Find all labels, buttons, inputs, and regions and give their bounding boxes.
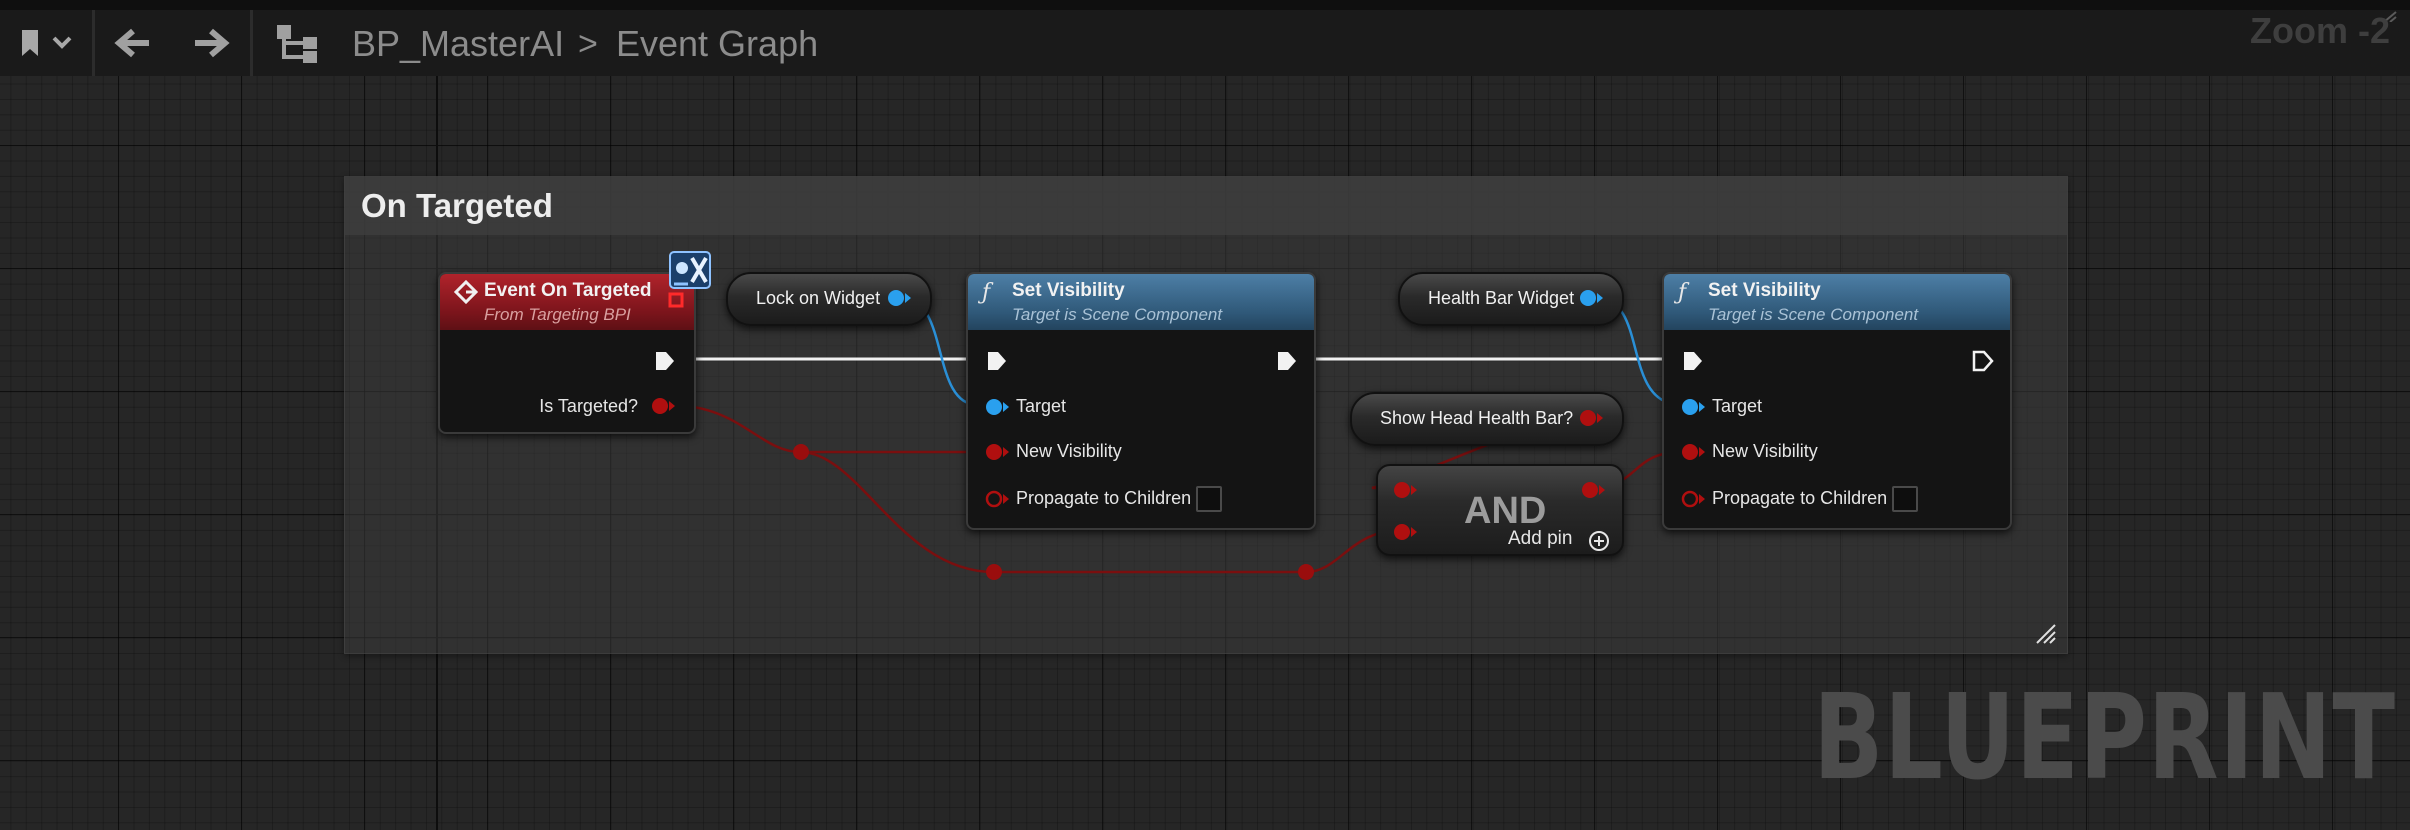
object-in-pin[interactable] (1680, 397, 1706, 417)
bool-out-pin[interactable] (650, 396, 676, 416)
pin-label-target: Target (1712, 396, 1763, 416)
add-pin-plus-icon[interactable] (1588, 530, 1610, 552)
reroute-knot[interactable] (793, 444, 809, 460)
interface-event-icon (669, 251, 711, 289)
variable-label: Show Head Health Bar? (1380, 408, 1574, 428)
bool-in-pin[interactable] (984, 442, 1010, 462)
reroute-knot[interactable] (1298, 564, 1314, 580)
pin-label-target: Target (1016, 396, 1067, 416)
bool-in-pin-a[interactable] (1392, 480, 1418, 500)
function-icon: ƒ (982, 280, 991, 305)
node-title: Set Visibility (1708, 280, 1821, 301)
set-visibility-node-2[interactable]: ƒ Set Visibility Target is Scene Compone… (1662, 272, 2012, 530)
delegate-pin[interactable] (668, 292, 684, 308)
bool-in-pin-unconnected[interactable] (984, 489, 1010, 509)
bool-out-pin[interactable] (1578, 408, 1604, 428)
pin-label-propagate: Propagate to Children (1016, 488, 1192, 508)
set-visibility-node-1[interactable]: ƒ Set Visibility Target is Scene Compone… (966, 272, 1316, 530)
bool-in-pin[interactable] (1680, 442, 1706, 462)
node-title: Event On Targeted (484, 280, 652, 301)
health-bar-widget-node[interactable]: Health Bar Widget (1398, 272, 1624, 326)
node-subtitle: Target is Scene Component (1012, 305, 1223, 324)
node-title: Set Visibility (1012, 280, 1125, 301)
wire-is-targeted-new-visibility[interactable] (669, 403, 980, 454)
exec-out-pin[interactable] (654, 350, 676, 372)
event-on-targeted-node[interactable]: Event On Targeted From Targeting BPI Is … (438, 272, 696, 434)
show-head-health-bar-node[interactable]: Show Head Health Bar? (1350, 392, 1624, 446)
exec-out-pin[interactable] (1276, 350, 1298, 372)
exec-in-pin[interactable] (986, 350, 1008, 372)
exec-out-pin-unconnected[interactable] (1972, 350, 1994, 372)
lock-on-widget-node[interactable]: Lock on Widget (726, 272, 932, 326)
pin-label-new-visibility: New Visibility (1712, 441, 1818, 461)
bool-in-pin-b[interactable] (1392, 522, 1418, 542)
pin-label-new-visibility: New Visibility (1016, 441, 1122, 461)
node-header: ƒ Set Visibility Target is Scene Compone… (1664, 274, 2010, 330)
event-diamond-icon (454, 280, 478, 304)
bool-out-pin[interactable] (1580, 480, 1606, 500)
node-header: ƒ Set Visibility Target is Scene Compone… (968, 274, 1314, 330)
variable-label: Lock on Widget (756, 288, 881, 308)
and-boolean-node[interactable]: AND Add pin (1376, 464, 1624, 556)
pin-label-propagate: Propagate to Children (1712, 488, 1888, 508)
exec-in-pin[interactable] (1682, 350, 1704, 372)
object-out-pin[interactable] (1578, 288, 1604, 308)
object-out-pin[interactable] (886, 288, 912, 308)
propagate-checkbox[interactable] (1892, 486, 1918, 512)
node-subtitle: From Targeting BPI (484, 305, 631, 324)
blueprint-watermark: BLUEPRINT (1813, 668, 2396, 806)
object-in-pin[interactable] (984, 397, 1010, 417)
add-pin-label[interactable]: Add pin (1508, 528, 1572, 550)
function-icon: ƒ (1678, 280, 1687, 305)
propagate-checkbox[interactable] (1196, 486, 1222, 512)
node-subtitle: Target is Scene Component (1708, 305, 1919, 324)
pin-label-is-targeted: Is Targeted? (539, 396, 638, 416)
reroute-knot[interactable] (986, 564, 1002, 580)
node-header: Event On Targeted From Targeting BPI (440, 274, 694, 330)
and-node-title: AND (1464, 490, 1547, 532)
bool-in-pin-unconnected[interactable] (1680, 489, 1706, 509)
variable-label: Health Bar Widget (1428, 288, 1575, 308)
